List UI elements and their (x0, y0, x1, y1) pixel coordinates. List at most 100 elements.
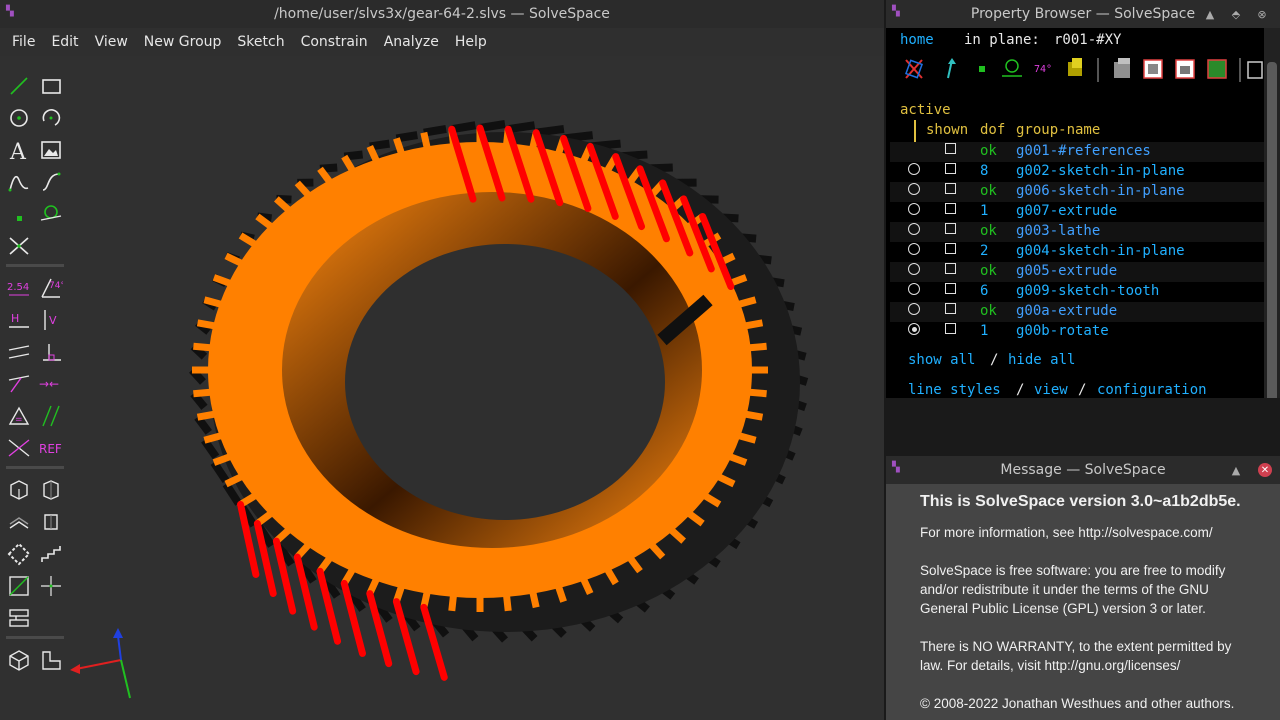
line-styles-link[interactable]: line styles (908, 382, 1001, 398)
float-icon[interactable]: ⬘ (1228, 6, 1244, 22)
shown-checkbox[interactable] (945, 283, 956, 294)
group-name-link[interactable]: g009-sketch-tooth (1016, 283, 1159, 299)
construction-icon[interactable] (7, 542, 31, 566)
group-row[interactable]: 2 g004-sketch-in-plane (890, 242, 1264, 262)
hidden-lines-toggle-icon[interactable] (1247, 61, 1263, 79)
shown-checkbox[interactable] (945, 183, 956, 194)
point-icon[interactable] (7, 202, 31, 226)
app-menu-icon[interactable]: ▚ (892, 6, 900, 17)
menu-file[interactable]: File (4, 34, 43, 50)
equal-icon[interactable]: = (7, 404, 31, 428)
group-row[interactable]: ok g001-#references (890, 142, 1264, 162)
workplane-icon[interactable] (7, 574, 31, 598)
close-icon[interactable]: ⊗ (1254, 6, 1270, 22)
group-name-link[interactable]: g002-sketch-in-plane (1016, 163, 1185, 179)
group-name-link[interactable]: g003-lathe (1016, 223, 1100, 239)
active-group-radio[interactable] (908, 163, 920, 175)
spline-icon[interactable] (39, 170, 63, 194)
group-name-link[interactable]: g006-sketch-in-plane (1016, 183, 1185, 199)
group-row[interactable]: ok g006-sketch-in-plane (890, 182, 1264, 202)
trim-icon[interactable] (7, 606, 31, 630)
midpoint-icon[interactable] (7, 436, 31, 460)
constraints-toggle-icon[interactable] (1002, 59, 1022, 77)
ref-plane-icon[interactable] (39, 574, 63, 598)
group-name-link[interactable]: g00b-rotate (1016, 323, 1109, 339)
3d-viewport[interactable] (0, 56, 884, 720)
shown-checkbox[interactable] (945, 243, 956, 254)
shown-checkbox[interactable] (945, 303, 956, 314)
tangent-arc-icon[interactable] (39, 202, 63, 226)
same-orientation-icon[interactable] (39, 404, 63, 428)
outline-toggle-icon[interactable] (1175, 59, 1195, 79)
nearest-iso-icon[interactable] (7, 478, 31, 502)
group-name-link[interactable]: g005-extrude (1016, 263, 1117, 279)
split-curves-icon[interactable] (7, 234, 31, 258)
gear-model[interactable] (0, 56, 884, 720)
nearest-ortho-icon[interactable] (39, 478, 63, 502)
active-group-radio[interactable] (908, 243, 920, 255)
toggle-outline-icon[interactable] (39, 510, 63, 534)
active-group-radio[interactable] (908, 223, 920, 235)
group-name-link[interactable]: g004-sketch-in-plane (1016, 243, 1185, 259)
rectangle-icon[interactable] (39, 74, 63, 98)
parallel-icon[interactable] (7, 340, 31, 364)
group-name-link[interactable]: g001-#references (1016, 143, 1151, 159)
circle-icon[interactable] (7, 106, 31, 130)
line-icon[interactable] (7, 74, 31, 98)
property-browser-scrollbar[interactable] (1264, 28, 1280, 398)
faces-toggle-icon[interactable] (1068, 58, 1082, 76)
ortho-view-icon[interactable] (39, 648, 63, 672)
perpendicular-icon[interactable] (39, 340, 63, 364)
app-menu-icon[interactable]: ▚ (892, 462, 900, 473)
toggle-hidden-icon[interactable] (7, 510, 31, 534)
active-group-radio[interactable] (908, 303, 920, 315)
reference-icon[interactable]: REF (39, 436, 63, 460)
points-toggle-icon[interactable] (979, 66, 985, 72)
menu-analyze[interactable]: Analyze (376, 34, 447, 50)
app-menu-icon[interactable]: ▚ (6, 6, 14, 17)
edges-toggle-icon[interactable] (1143, 59, 1163, 79)
group-row[interactable]: ok g005-extrude (890, 262, 1264, 282)
minimize-icon[interactable]: ▲ (1202, 6, 1218, 22)
hide-all-link[interactable]: hide all (1008, 352, 1075, 368)
group-row[interactable]: 8 g002-sketch-in-plane (890, 162, 1264, 182)
vertical-icon[interactable]: V (39, 308, 63, 332)
shown-checkbox[interactable] (945, 163, 956, 174)
angle-icon-label[interactable]: 74° (1034, 64, 1052, 75)
group-row[interactable]: 1 g00b-rotate (890, 322, 1264, 342)
menu-sketch[interactable]: Sketch (229, 34, 292, 50)
float-icon[interactable]: ▲ (1228, 462, 1244, 478)
text-icon[interactable]: A (7, 138, 31, 165)
menu-edit[interactable]: Edit (43, 34, 86, 50)
mesh-toggle-icon[interactable] (1207, 59, 1227, 79)
group-row[interactable]: 1 g007-extrude (890, 202, 1264, 222)
active-group-radio[interactable] (908, 203, 920, 215)
active-group-radio[interactable] (908, 323, 920, 335)
configuration-link[interactable]: configuration (1097, 382, 1207, 398)
symmetric-icon[interactable]: →← (39, 372, 63, 396)
group-row[interactable]: 6 g009-sketch-tooth (890, 282, 1264, 302)
active-group-radio[interactable] (908, 283, 920, 295)
on-entity-icon[interactable] (7, 372, 31, 396)
shown-checkbox[interactable] (945, 223, 956, 234)
close-icon[interactable]: ✕ (1258, 463, 1272, 477)
step-icon[interactable] (39, 542, 63, 566)
arc-icon[interactable] (39, 106, 63, 130)
scrollbar-thumb[interactable] (1267, 62, 1277, 398)
shaded-toggle-icon[interactable] (1114, 58, 1130, 78)
shown-checkbox[interactable] (945, 143, 956, 154)
shown-checkbox[interactable] (945, 263, 956, 274)
normals-toggle-icon[interactable] (947, 58, 956, 79)
angle-constraint-icon[interactable]: 74° (39, 276, 65, 300)
group-row[interactable]: ok g003-lathe (890, 222, 1264, 242)
group-row[interactable]: ok g00a-extrude (890, 302, 1264, 322)
workplane-toggle-icon[interactable] (905, 59, 923, 79)
menu-help[interactable]: Help (447, 34, 495, 50)
menu-constrain[interactable]: Constrain (293, 34, 376, 50)
menu-new-group[interactable]: New Group (136, 34, 230, 50)
active-group-radio[interactable] (908, 183, 920, 195)
bezier-icon[interactable] (7, 170, 31, 194)
view-link[interactable]: view (1034, 382, 1068, 398)
distance-constraint-icon[interactable]: 2.54 (7, 276, 31, 300)
menu-view[interactable]: View (87, 34, 136, 50)
